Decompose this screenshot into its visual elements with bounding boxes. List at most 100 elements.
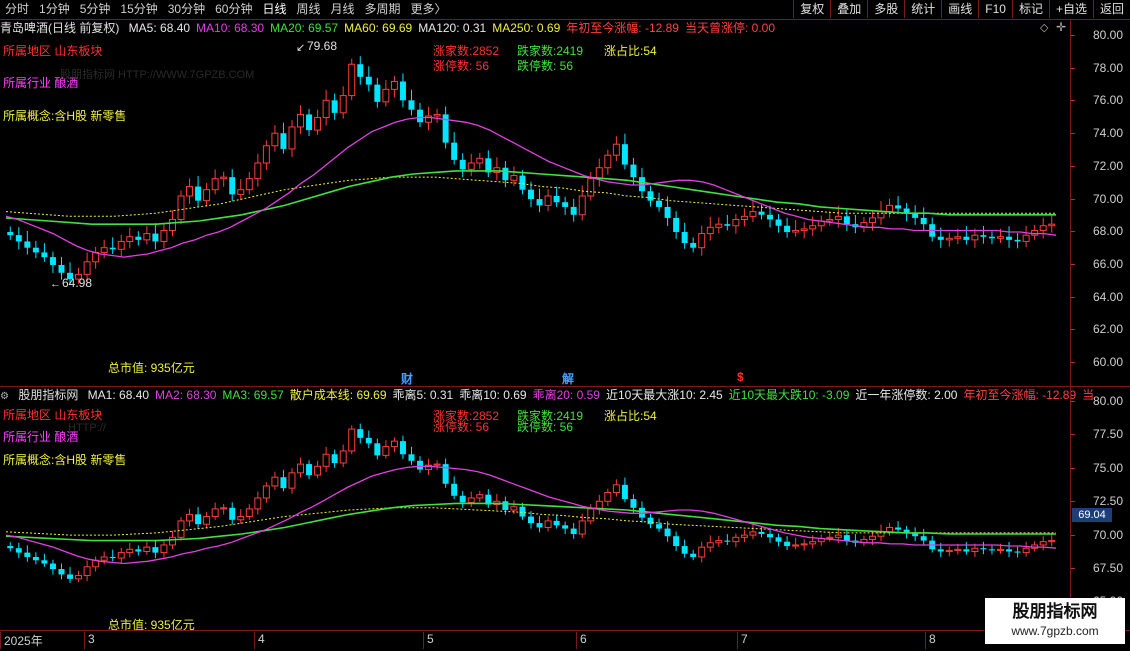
- sub-candle[interactable]: [160, 544, 168, 554]
- sub-candle[interactable]: [288, 472, 296, 489]
- sub-candle[interactable]: [254, 497, 262, 510]
- main-candle[interactable]: [732, 218, 740, 227]
- main-candle[interactable]: [1031, 229, 1039, 236]
- sub-candle[interactable]: [775, 537, 782, 542]
- sub-candle[interactable]: [331, 454, 338, 464]
- sub-candle[interactable]: [920, 536, 927, 541]
- sub-candle[interactable]: [834, 534, 842, 538]
- sub-candle[interactable]: [126, 548, 134, 554]
- main-candle[interactable]: [570, 206, 577, 215]
- indicator-chart[interactable]: [0, 404, 1070, 628]
- main-candle[interactable]: [715, 223, 723, 228]
- main-candle[interactable]: [544, 195, 552, 206]
- sub-candle[interactable]: [536, 523, 543, 528]
- sub-candle[interactable]: [519, 506, 526, 517]
- sub-candle[interactable]: [186, 513, 194, 522]
- sub-candle[interactable]: [988, 549, 995, 551]
- main-candle[interactable]: [357, 64, 364, 77]
- sub-candle[interactable]: [740, 534, 748, 538]
- main-candle[interactable]: [638, 177, 645, 192]
- main-candle[interactable]: [578, 195, 586, 216]
- main-candle[interactable]: [809, 225, 817, 230]
- sub-candle[interactable]: [75, 575, 83, 580]
- main-candle[interactable]: [767, 214, 774, 220]
- main-candle[interactable]: [792, 229, 800, 233]
- period-tab-3[interactable]: 15分钟: [115, 0, 162, 19]
- main-candle[interactable]: [117, 240, 125, 250]
- main-candle[interactable]: [877, 211, 885, 219]
- sub-candle[interactable]: [143, 546, 151, 553]
- sub-candle[interactable]: [476, 494, 484, 499]
- main-candle[interactable]: [681, 232, 688, 243]
- period-tab-10[interactable]: 更多〉: [406, 0, 452, 19]
- main-candle[interactable]: [510, 175, 518, 181]
- main-candle[interactable]: [365, 76, 372, 85]
- sub-candle[interactable]: [83, 566, 91, 577]
- sub-candle[interactable]: [271, 476, 279, 487]
- period-tab-5[interactable]: 60分钟: [210, 0, 257, 19]
- main-candle[interactable]: [399, 81, 406, 101]
- diamond-icon[interactable]: ◇: [1040, 21, 1048, 34]
- main-candle[interactable]: [740, 215, 748, 220]
- main-candle[interactable]: [348, 63, 356, 97]
- main-candle[interactable]: [24, 241, 31, 248]
- main-candle[interactable]: [297, 113, 304, 128]
- main-candle[interactable]: [528, 189, 534, 200]
- sub-candle[interactable]: [954, 548, 962, 551]
- main-candle[interactable]: [595, 167, 603, 180]
- main-candle[interactable]: [775, 219, 782, 226]
- main-candle[interactable]: [1022, 234, 1030, 242]
- sub-candle[interactable]: [630, 499, 637, 508]
- toolbar-button-4[interactable]: 画线: [941, 0, 978, 18]
- main-candle[interactable]: [587, 178, 595, 197]
- sub-candle[interactable]: [963, 549, 970, 552]
- sub-candle[interactable]: [211, 508, 219, 518]
- unlock-marker[interactable]: 解: [562, 370, 574, 387]
- main-candle[interactable]: [997, 236, 1005, 239]
- sub-candle[interactable]: [467, 497, 475, 503]
- sub-candle[interactable]: [339, 450, 347, 464]
- main-candle[interactable]: [168, 218, 176, 231]
- toolbar-button-2[interactable]: 多股: [867, 0, 904, 18]
- main-candle[interactable]: [331, 100, 338, 113]
- toolbar-button-5[interactable]: F10: [978, 0, 1012, 18]
- sub-candle[interactable]: [1048, 540, 1056, 543]
- sub-candle[interactable]: [314, 465, 322, 476]
- sub-candle[interactable]: [510, 506, 518, 511]
- sub-candle[interactable]: [792, 544, 800, 547]
- main-candle[interactable]: [493, 167, 501, 173]
- main-candle[interactable]: [553, 195, 560, 203]
- main-candle[interactable]: [374, 84, 381, 102]
- toolbar-button-7[interactable]: +自选: [1048, 0, 1093, 18]
- toolbar-button-6[interactable]: 标记: [1011, 0, 1049, 18]
- main-candle[interactable]: [417, 109, 424, 123]
- main-candle[interactable]: [1048, 223, 1056, 227]
- main-candle[interactable]: [698, 233, 706, 249]
- sub-candle[interactable]: [195, 514, 202, 525]
- sub-candle[interactable]: [135, 549, 142, 552]
- main-candle[interactable]: [254, 162, 262, 180]
- main-candle[interactable]: [758, 211, 765, 215]
- main-candle[interactable]: [673, 217, 680, 233]
- sub-candle[interactable]: [24, 552, 31, 557]
- sub-candle[interactable]: [203, 516, 211, 525]
- main-candle[interactable]: [280, 133, 287, 149]
- main-candle[interactable]: [41, 252, 48, 258]
- sub-candle[interactable]: [621, 484, 628, 500]
- toolbar-button-1[interactable]: 叠加: [830, 0, 867, 18]
- sub-candle[interactable]: [348, 428, 356, 452]
- sub-candle[interactable]: [664, 528, 671, 537]
- main-candle[interactable]: [15, 235, 22, 242]
- main-candle[interactable]: [920, 217, 927, 225]
- main-candle[interactable]: [980, 235, 987, 237]
- main-candle[interactable]: [612, 143, 620, 156]
- main-candle[interactable]: [800, 228, 808, 231]
- main-candle[interactable]: [7, 232, 14, 236]
- sub-candle[interactable]: [1014, 551, 1021, 553]
- main-candle[interactable]: [706, 226, 714, 235]
- dividend-marker[interactable]: $: [737, 370, 744, 384]
- main-candle[interactable]: [211, 178, 219, 191]
- sub-candle[interactable]: [297, 463, 304, 474]
- sub-candle[interactable]: [399, 441, 406, 455]
- main-candle[interactable]: [135, 236, 142, 240]
